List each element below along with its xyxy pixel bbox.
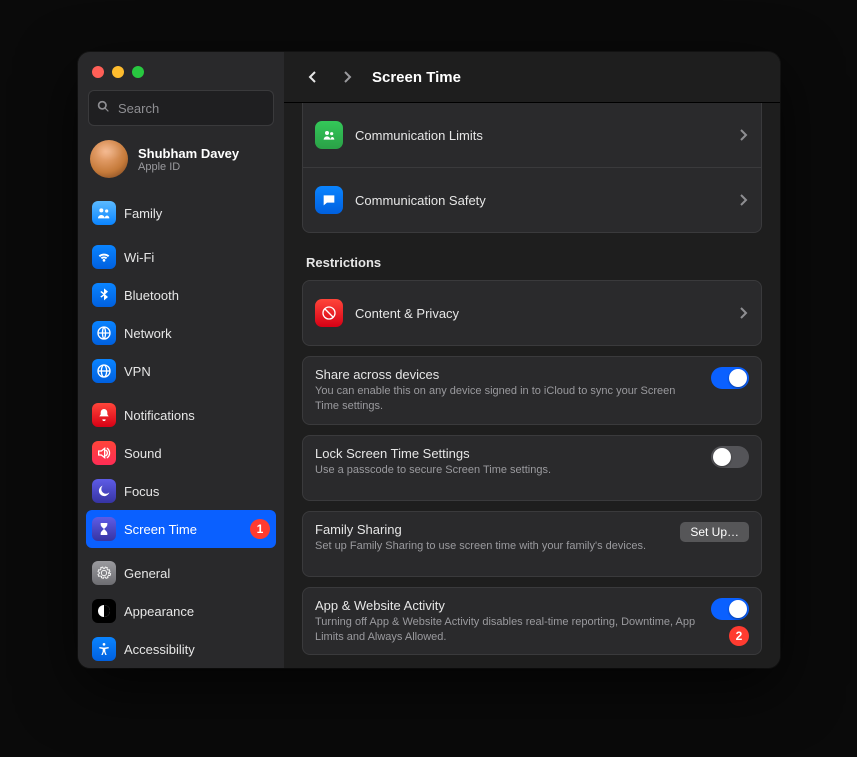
sidebar-item-wifi[interactable]: Wi-Fi (86, 238, 276, 276)
minimize-window-button[interactable] (112, 66, 124, 78)
titlebar: Screen Time (284, 52, 780, 103)
avatar (90, 140, 128, 178)
page-title: Screen Time (372, 69, 461, 86)
vpn-icon (92, 359, 116, 383)
card-lock: Lock Screen Time Settings Use a passcode… (302, 435, 762, 501)
wifi-icon (92, 245, 116, 269)
bluetooth-icon (92, 283, 116, 307)
appearance-icon (92, 599, 116, 623)
sidebar-item-family[interactable]: Family (86, 194, 276, 232)
row-label: Content & Privacy (355, 306, 725, 321)
row-lock-settings: Lock Screen Time Settings Use a passcode… (303, 436, 761, 500)
row-share-across: Share across devices You can enable this… (303, 357, 761, 424)
card-share-across: Share across devices You can enable this… (302, 356, 762, 425)
annotation-marker-1: 1 (250, 519, 270, 539)
sidebar-item-label: General (124, 566, 170, 581)
sidebar: Shubham Davey Apple ID Family Wi-Fi (78, 52, 284, 668)
activity-toggle[interactable] (711, 598, 749, 620)
search-icon (97, 100, 110, 116)
content-scroll[interactable]: Communication Limits Communication Safet… (284, 103, 780, 668)
search-field[interactable] (88, 90, 274, 126)
forward-button[interactable] (338, 68, 356, 86)
people-icon (315, 121, 343, 149)
profile-name: Shubham Davey (138, 146, 239, 161)
card-family-sharing: Family Sharing Set up Family Sharing to … (302, 511, 762, 577)
sidebar-item-label: VPN (124, 364, 151, 379)
sidebar-item-label: Sound (124, 446, 162, 461)
sidebar-nav: Family Wi-Fi Bluetooth (78, 188, 284, 668)
row-desc: You can enable this on any device signed… (315, 384, 699, 414)
sidebar-item-label: Screen Time (124, 522, 197, 537)
sidebar-item-sound[interactable]: Sound (86, 434, 276, 472)
sidebar-item-label: Appearance (124, 604, 194, 619)
sidebar-item-label: Bluetooth (124, 288, 179, 303)
row-desc: Use a passcode to secure Screen Time set… (315, 463, 551, 478)
row-content-privacy[interactable]: Content & Privacy (303, 281, 761, 345)
sidebar-item-label: Focus (124, 484, 159, 499)
fullscreen-window-button[interactable] (132, 66, 144, 78)
main-panel: Screen Time Communication Limits Communi… (284, 52, 780, 668)
apple-id-profile[interactable]: Shubham Davey Apple ID (78, 134, 284, 188)
sidebar-item-notifications[interactable]: Notifications (86, 396, 276, 434)
sidebar-item-bluetooth[interactable]: Bluetooth (86, 276, 276, 314)
row-desc: Turning off App & Website Activity disab… (315, 615, 703, 645)
sidebar-item-general[interactable]: General (86, 554, 276, 592)
chevron-right-icon (737, 129, 749, 141)
accessibility-icon (92, 637, 116, 661)
row-communication-limits[interactable]: Communication Limits (303, 103, 761, 167)
sidebar-item-label: Network (124, 326, 172, 341)
settings-window: Shubham Davey Apple ID Family Wi-Fi (78, 52, 780, 668)
chat-icon (315, 186, 343, 214)
close-window-button[interactable] (92, 66, 104, 78)
search-input[interactable] (116, 100, 284, 117)
sidebar-item-focus[interactable]: Focus (86, 472, 276, 510)
row-app-website-activity: App & Website Activity Turning off App &… (303, 588, 761, 655)
row-communication-safety[interactable]: Communication Safety (303, 167, 761, 232)
sidebar-item-screen-time[interactable]: Screen Time 1 (86, 510, 276, 548)
sidebar-item-network[interactable]: Network (86, 314, 276, 352)
card-communication: Communication Limits Communication Safet… (302, 103, 762, 233)
hourglass-icon (92, 517, 116, 541)
section-title-restrictions: Restrictions (306, 255, 758, 270)
row-title: Family Sharing (315, 522, 402, 537)
profile-sub: Apple ID (138, 161, 239, 173)
gear-icon (92, 561, 116, 585)
card-restrictions: Content & Privacy (302, 280, 762, 346)
sidebar-item-appearance[interactable]: Appearance (86, 592, 276, 630)
row-title: App & Website Activity (315, 598, 445, 613)
no-entry-icon (315, 299, 343, 327)
sidebar-item-label: Wi-Fi (124, 250, 154, 265)
chevron-right-icon (737, 307, 749, 319)
speaker-icon (92, 441, 116, 465)
lock-settings-toggle[interactable] (711, 446, 749, 468)
share-across-toggle[interactable] (711, 367, 749, 389)
setup-button[interactable]: Set Up… (680, 522, 749, 542)
card-activity: App & Website Activity Turning off App &… (302, 587, 762, 656)
sidebar-item-label: Notifications (124, 408, 195, 423)
row-label: Communication Limits (355, 128, 725, 143)
globe-icon (92, 321, 116, 345)
family-icon (92, 201, 116, 225)
moon-icon (92, 479, 116, 503)
window-controls (78, 52, 284, 86)
row-label: Communication Safety (355, 193, 725, 208)
row-family-sharing: Family Sharing Set up Family Sharing to … (303, 512, 761, 576)
back-button[interactable] (304, 68, 322, 86)
sidebar-item-label: Family (124, 206, 162, 221)
row-title: Lock Screen Time Settings (315, 446, 470, 461)
row-desc: Set up Family Sharing to use screen time… (315, 539, 646, 554)
sidebar-item-label: Accessibility (124, 642, 195, 657)
row-title: Share across devices (315, 367, 439, 382)
bell-icon (92, 403, 116, 427)
sidebar-item-accessibility[interactable]: Accessibility (86, 630, 276, 668)
chevron-right-icon (737, 194, 749, 206)
sidebar-item-vpn[interactable]: VPN (86, 352, 276, 390)
